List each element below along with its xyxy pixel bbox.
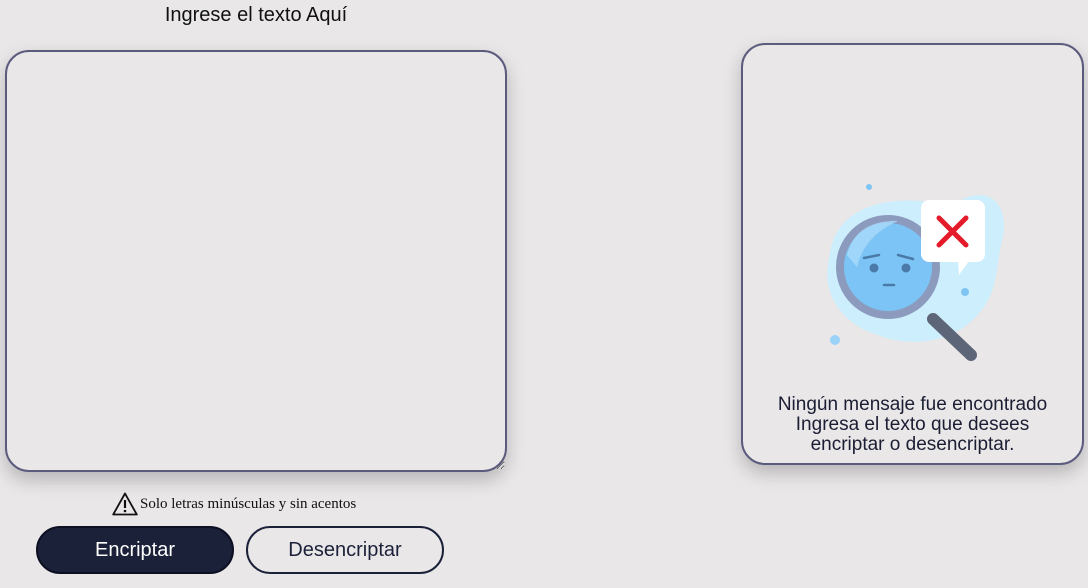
hint-text: Solo letras minúsculas y sin acentos [140, 495, 357, 512]
text-input[interactable] [5, 50, 507, 472]
encrypt-button[interactable]: Encriptar [36, 526, 234, 574]
output-panel: Ningún mensaje fue encontrado Ingresa el… [741, 43, 1084, 465]
output-line-1: Ingresa el texto que desees [795, 414, 1030, 435]
warning-triangle-icon [112, 492, 138, 516]
output-line-2: encriptar o desencriptar. [810, 434, 1015, 455]
input-title: Ingrese el texto Aquí [164, 4, 348, 26]
output-message: Ningún mensaje fue encontrado Ingresa el… [743, 395, 1082, 455]
magnifier-not-found-illustration [827, 184, 1005, 361]
decrypt-button[interactable]: Desencriptar [246, 526, 444, 574]
output-title: Ningún mensaje fue encontrado [777, 394, 1048, 415]
input-hint: Solo letras minúsculas y sin acentos [112, 492, 356, 516]
